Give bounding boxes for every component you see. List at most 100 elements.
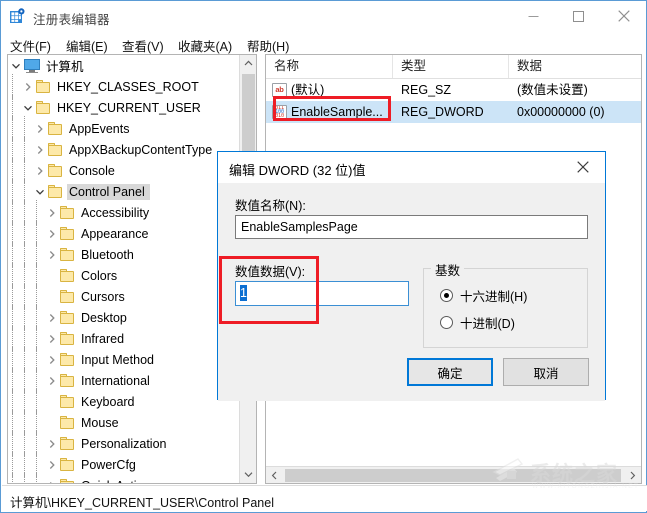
- chevron-down-icon[interactable]: [32, 184, 48, 200]
- chevron-right-icon[interactable]: [44, 247, 60, 263]
- chevron-right-icon[interactable]: [44, 457, 60, 473]
- tree-indent-guide: [20, 389, 32, 414]
- tree-indent-guide: [32, 410, 44, 435]
- scroll-down-icon[interactable]: [240, 466, 256, 483]
- tree-indent-guide: [20, 137, 32, 162]
- computer-icon: [24, 58, 40, 73]
- chevron-right-icon[interactable]: [44, 310, 60, 326]
- chevron-right-icon[interactable]: [44, 436, 60, 452]
- tree-item-infrared[interactable]: Infrared: [8, 326, 239, 351]
- chevron-right-icon[interactable]: [44, 331, 60, 347]
- dialog-title: 编辑 DWORD (32 位)值: [229, 163, 366, 178]
- tree-item-hkey-current-user[interactable]: HKEY_CURRENT_USER: [8, 95, 239, 120]
- column-header-type[interactable]: 类型: [393, 55, 509, 78]
- ok-button[interactable]: 确定: [407, 358, 493, 386]
- value-data-input[interactable]: 1: [235, 281, 409, 306]
- value-type-cell: REG_DWORD: [401, 105, 484, 119]
- menu-edit[interactable]: 编辑(E): [63, 35, 111, 56]
- menu-help[interactable]: 帮助(H): [244, 35, 292, 56]
- tree-item-label: Console: [69, 163, 115, 178]
- tree-item-appearance[interactable]: Appearance: [8, 221, 239, 246]
- tree-item-label: Keyboard: [81, 394, 135, 409]
- value-data-label: 数值数据(V):: [235, 265, 306, 279]
- tree-item-label: PowerCfg: [81, 457, 136, 472]
- folder-icon: [60, 479, 75, 483]
- registry-editor-window: 注册表编辑器 文件(F) 编辑(E) 查看(V) 收藏夹(A) 帮助(H) 计算…: [0, 0, 647, 513]
- chevron-right-icon[interactable]: [44, 205, 60, 221]
- chevron-right-icon[interactable]: [32, 121, 48, 137]
- tree-item-international[interactable]: International: [8, 368, 239, 393]
- scroll-up-icon[interactable]: [240, 55, 256, 72]
- tree-indent-guide: [20, 347, 32, 372]
- tree-item-label: Input Method: [81, 352, 154, 367]
- list-horizontal-scrollbar[interactable]: [266, 466, 641, 483]
- tree-indent-guide: [20, 179, 32, 204]
- tree-item-control-panel[interactable]: Control Panel: [8, 179, 239, 204]
- tree-item-hkey-classes-root[interactable]: HKEY_CLASSES_ROOT: [8, 74, 239, 99]
- folder-icon: [60, 290, 75, 303]
- tree-item-input-method[interactable]: Input Method: [8, 347, 239, 372]
- tree-indent-guide: [8, 95, 20, 120]
- tree-item-personalization[interactable]: Personalization: [8, 431, 239, 456]
- cancel-button[interactable]: 取消: [503, 358, 589, 386]
- chevron-right-icon[interactable]: [32, 142, 48, 158]
- tree-item-keyboard[interactable]: Keyboard: [8, 389, 239, 414]
- close-icon[interactable]: [601, 1, 646, 31]
- tree-indent-guide: [20, 431, 32, 456]
- value-name-cell[interactable]: 011 100 010 EnableSample...: [266, 101, 393, 123]
- tree-item-console[interactable]: Console: [8, 158, 239, 183]
- chevron-right-icon[interactable]: [20, 79, 36, 95]
- radio-hexadecimal[interactable]: 十六进制(H): [440, 286, 527, 305]
- list-scroll-thumb[interactable]: [285, 469, 621, 482]
- chevron-right-icon[interactable]: [44, 373, 60, 389]
- folder-icon: [60, 311, 75, 324]
- tree-indent-guide: [32, 242, 44, 267]
- chevron-down-icon[interactable]: [20, 100, 36, 116]
- tree-item-label: Appearance: [81, 226, 149, 241]
- menu-favorites[interactable]: 收藏夹(A): [175, 35, 235, 56]
- folder-icon: [60, 416, 75, 429]
- close-icon[interactable]: [560, 152, 605, 182]
- chevron-right-icon[interactable]: [32, 163, 48, 179]
- tree-item-label: HKEY_CLASSES_ROOT: [57, 79, 199, 94]
- maximize-icon[interactable]: [556, 1, 601, 31]
- tree-item-appxbackupcontenttype[interactable]: AppXBackupContentType: [8, 137, 239, 162]
- tree-item-desktop[interactable]: Desktop: [8, 305, 239, 330]
- tree-item-colors[interactable]: Colors: [8, 263, 239, 288]
- tree-indent-guide: [8, 389, 20, 414]
- chevron-right-icon[interactable]: [44, 478, 60, 483]
- tree-item-cursors[interactable]: Cursors: [8, 284, 239, 309]
- menu-file[interactable]: 文件(F): [7, 35, 54, 56]
- tree-item-quick-actions[interactable]: Quick Actions: [8, 473, 239, 483]
- status-path-text: 计算机\HKEY_CURRENT_USER\Control Panel: [10, 496, 274, 510]
- value-name-cell[interactable]: ab (默认): [266, 79, 393, 101]
- chevron-right-icon[interactable]: [44, 352, 60, 368]
- radio-decimal[interactable]: 十进制(D): [440, 313, 515, 332]
- chevron-right-icon[interactable]: [44, 226, 60, 242]
- scroll-left-icon[interactable]: [266, 467, 283, 483]
- tree-item-label: Control Panel: [67, 183, 150, 200]
- minimize-icon[interactable]: [511, 1, 556, 31]
- column-header-data[interactable]: 数据: [509, 55, 641, 78]
- tree-indent-guide: [8, 368, 20, 393]
- tree-indent-guide: [32, 368, 44, 393]
- radio-unchecked-icon: [440, 316, 453, 329]
- value-name-input[interactable]: EnableSamplesPage: [235, 215, 588, 239]
- radio-hexadecimal-label: 十六进制(H): [460, 290, 528, 304]
- tree-item-bluetooth[interactable]: Bluetooth: [8, 242, 239, 267]
- tree-item-accessibility[interactable]: Accessibility: [8, 200, 239, 225]
- chevron-down-icon[interactable]: [8, 58, 24, 74]
- table-row[interactable]: ab (默认) REG_SZ (数值未设置): [266, 79, 641, 101]
- scroll-right-icon[interactable]: [624, 467, 641, 483]
- list-header: 名称 类型 数据: [266, 55, 641, 79]
- tree-item-[interactable]: 计算机: [8, 55, 239, 76]
- menu-view[interactable]: 查看(V): [119, 35, 167, 56]
- dialog-body: 数值名称(N): EnableSamplesPage 数值数据(V): 1 基数…: [218, 183, 605, 401]
- tree-item-appevents[interactable]: AppEvents: [8, 116, 239, 141]
- tree-indent-guide: [32, 200, 44, 225]
- column-header-name[interactable]: 名称: [266, 55, 393, 78]
- tree-item-powercfg[interactable]: PowerCfg: [8, 452, 239, 477]
- table-row[interactable]: 011 100 010 EnableSample... REG_DWORD 0x…: [266, 101, 641, 123]
- tree-item-mouse[interactable]: Mouse: [8, 410, 239, 435]
